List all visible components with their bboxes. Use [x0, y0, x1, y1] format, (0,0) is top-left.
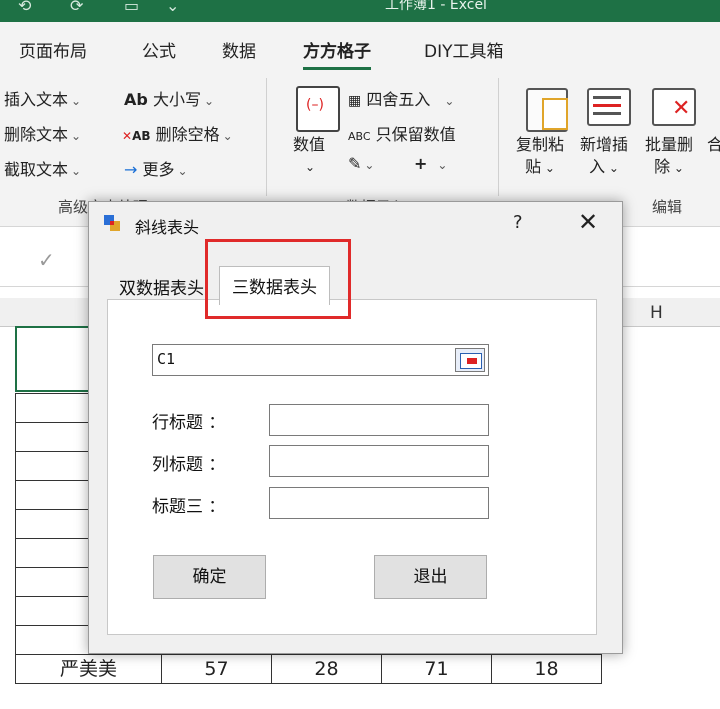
case-icon: Ab	[124, 90, 148, 109]
chevron-down-icon: ⌄	[71, 94, 82, 108]
chevron-down-icon: ⌄	[222, 129, 233, 143]
value-cell[interactable]: 18	[491, 654, 602, 684]
chevron-down-icon: ⌄	[670, 161, 684, 175]
customize-chevron-icon[interactable]: ⌄	[166, 0, 179, 15]
insert-rows-icon[interactable]	[587, 88, 631, 126]
range-input[interactable]: C1	[152, 344, 489, 376]
tab-panel: C1 行标题 ： 列标题 ： 标题三 ： 确定 退出	[107, 299, 597, 635]
case-button[interactable]: Ab 大小写 ⌄	[124, 86, 214, 110]
range-picker-icon[interactable]	[455, 348, 485, 372]
chevron-down-icon[interactable]: ⌄	[305, 156, 315, 178]
clipboard-icon[interactable]	[526, 88, 568, 132]
diagonal-header-dialog: 斜线表头 ? ✕ 双数据表头 C1 行标题 ： 列标题 ： 标题三 ： 确定 退…	[88, 201, 623, 654]
delete-text-button[interactable]: 删除文本 ⌄	[4, 121, 81, 145]
check-icon[interactable]: ✓	[38, 248, 55, 272]
col-title-label: 列标题 ：	[152, 455, 226, 475]
redo-icon[interactable]: ⟳	[70, 0, 83, 15]
col-title-input[interactable]	[269, 445, 489, 477]
chevron-down-icon: ⌄	[444, 94, 455, 108]
tab-formulas[interactable]: 公式	[142, 37, 176, 62]
ok-button[interactable]: 确定	[153, 555, 266, 599]
tab-fangfang[interactable]: 方方格子	[303, 37, 371, 70]
chevron-down-icon: ⌄	[541, 161, 555, 175]
arrow-right-icon: →	[124, 160, 138, 179]
insert-text-button[interactable]: 插入文本 ⌄	[4, 86, 81, 110]
chevron-down-icon: ⌄	[71, 164, 82, 178]
tab-data[interactable]: 数据	[222, 37, 256, 62]
group-label-edit: 编辑	[652, 198, 683, 216]
chevron-down-icon: ⌄	[203, 94, 215, 108]
tab-page-layout[interactable]: 页面布局	[19, 37, 87, 62]
more-button[interactable]: → 更多 ⌄	[124, 156, 188, 180]
close-button[interactable]: ✕	[578, 208, 598, 236]
chevron-down-icon: ⌄	[364, 158, 375, 172]
title3-input[interactable]	[269, 487, 489, 519]
ribbon-tabs: 页面布局 公式 数据 方方格子 DIY工具箱	[0, 22, 720, 70]
dialog-title: 斜线表头	[135, 218, 200, 237]
value-cell[interactable]: 28	[271, 654, 382, 684]
chevron-down-icon: ⌄	[71, 129, 82, 143]
name-cell[interactable]: 严美美	[15, 654, 162, 684]
x-icon: ✕	[122, 129, 133, 143]
annotation-highlight-box	[205, 239, 351, 319]
value-button[interactable]: 数值	[293, 134, 325, 156]
keep-value-button[interactable]: ABC 只保留数值	[348, 121, 456, 145]
tab-diy-toolbox[interactable]: DIY工具箱	[424, 37, 504, 62]
group-divider	[266, 78, 267, 196]
delete-space-button[interactable]: ✕AB 删除空格 ⌄	[122, 121, 233, 145]
chevron-down-icon: ⌄	[605, 161, 619, 175]
edit-pencil-icon: ✎	[348, 154, 362, 173]
value-cell[interactable]: 71	[381, 654, 492, 684]
exit-button[interactable]: 退出	[374, 555, 487, 599]
batch-delete-button[interactable]: 批量删除 ⌄	[645, 134, 693, 179]
column-header-h[interactable]: H	[650, 303, 663, 323]
round-button[interactable]: ▦ 四舍五入 ⌄	[348, 86, 454, 110]
extract-text-button[interactable]: 截取文本 ⌄	[4, 156, 81, 180]
value-icon[interactable]: (–)	[296, 86, 340, 132]
row-title-input[interactable]	[269, 404, 489, 436]
insert-button[interactable]: 新增插入 ⌄	[580, 134, 628, 179]
edit-cell-button[interactable]: ✎ ⌄	[348, 154, 374, 173]
app-icon	[104, 215, 120, 231]
value-cell[interactable]: 57	[161, 654, 272, 684]
abc-icon: ABC	[348, 130, 371, 143]
title-bar: ⟲ ⟳ ▭ ⌄ 工作簿1 - Excel	[0, 0, 720, 22]
quick-access-icon[interactable]: ⟲	[18, 0, 31, 15]
batch-delete-icon[interactable]: ✕	[652, 88, 696, 126]
merge-button[interactable]: 合	[707, 134, 720, 156]
grid-icon: ▦	[348, 93, 362, 109]
chevron-down-icon: ⌄	[177, 164, 188, 178]
tab-two-data-header[interactable]: 双数据表头	[119, 274, 204, 299]
row-title-label: 行标题 ：	[152, 413, 226, 433]
copy-paste-button[interactable]: 复制粘贴 ⌄	[516, 134, 564, 179]
group-divider	[498, 78, 499, 196]
plus-button[interactable]: + ⌄	[414, 154, 447, 173]
chevron-down-icon: ⌄	[437, 158, 448, 172]
title3-label: 标题三 ：	[152, 497, 226, 517]
touch-mode-icon[interactable]: ▭	[124, 0, 139, 15]
help-button[interactable]: ?	[513, 212, 523, 233]
window-title: 工作簿1 - Excel	[385, 0, 487, 13]
